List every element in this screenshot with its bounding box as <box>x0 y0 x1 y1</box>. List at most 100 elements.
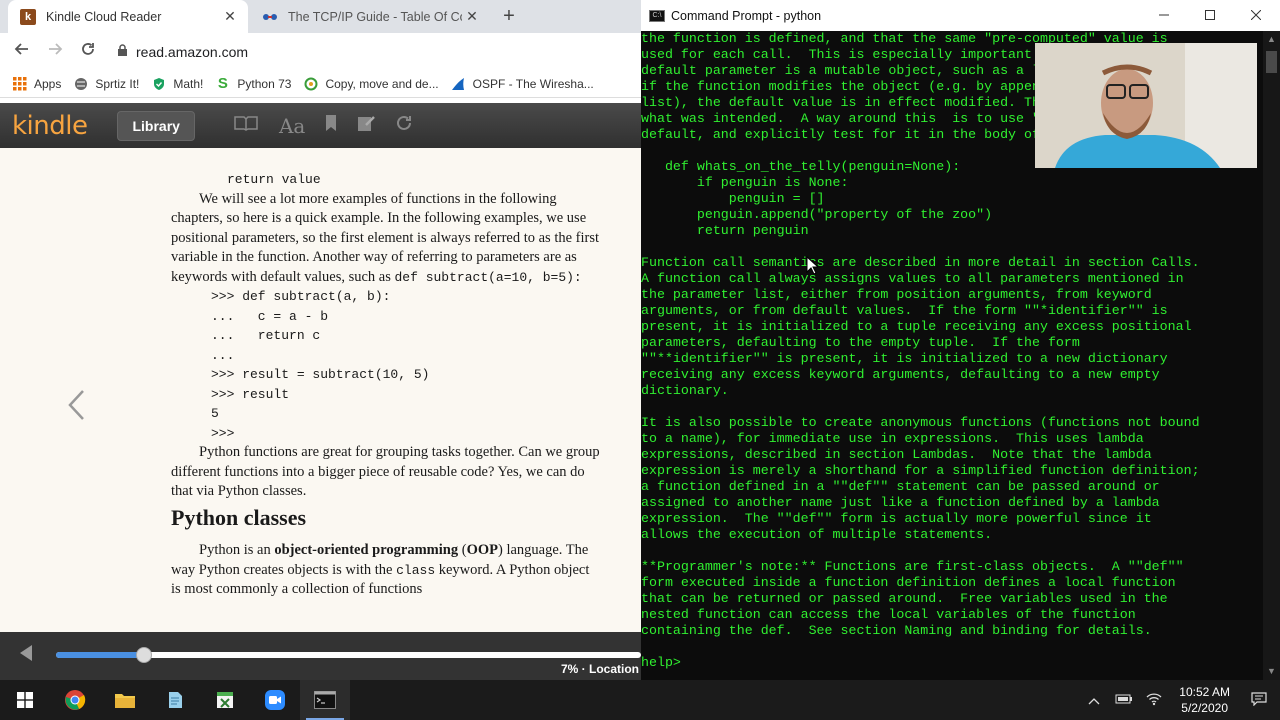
tab-kindle[interactable]: k Kindle Cloud Reader ✕ <box>8 0 248 33</box>
code-line: ... c = a - b <box>211 308 329 324</box>
zoom-icon[interactable] <box>250 680 300 720</box>
inline-code: class <box>396 562 436 578</box>
book-paragraph: Python is an object-oriented programming… <box>171 541 601 600</box>
code-line: >>> result <box>211 386 290 402</box>
scroll-up-icon[interactable]: ▲ <box>1263 31 1280 48</box>
console-line: return penguin <box>641 223 809 238</box>
file-explorer-icon[interactable] <box>100 680 150 720</box>
command-prompt-taskbar-icon[interactable] <box>300 680 350 720</box>
bookmark-label: OSPF - The Wiresha... <box>472 76 594 91</box>
library-button[interactable]: Library <box>117 110 195 141</box>
kindle-k-icon: k <box>20 8 36 25</box>
bookmark-label: Python 73 <box>237 76 292 91</box>
bold-term: OOP <box>466 542 498 558</box>
apps-grid-icon <box>12 76 27 91</box>
code-line: >>> def subtract(a, b): <box>211 289 391 304</box>
progress-handle[interactable] <box>135 647 152 663</box>
maximize-icon[interactable] <box>1187 0 1233 31</box>
forward-icon[interactable] <box>44 41 66 63</box>
chevron-up-icon[interactable] <box>1079 693 1109 708</box>
console-line: Function call semantics are described in… <box>641 255 1200 270</box>
scroll-thumb[interactable] <box>1266 51 1277 73</box>
bookmark-label: Sprtiz It! <box>95 76 140 91</box>
tab-tcpip-guide[interactable]: The TCP/IP Guide - Table Of Contents ✕ <box>250 0 490 33</box>
console-line: expressions, described in section Lambda… <box>641 447 1152 462</box>
paragraph-text: Python is an <box>199 542 271 558</box>
bookmark-label: Copy, move and de... <box>325 76 439 91</box>
shield-check-icon <box>151 76 166 91</box>
previous-page-icon[interactable] <box>66 388 86 431</box>
back-triangle-icon[interactable] <box>18 644 34 667</box>
window-title: Command Prompt - python <box>671 8 822 23</box>
kindle-reading-pane: return value We will see a lot more exam… <box>0 148 641 632</box>
font-size-icon[interactable]: Aa <box>279 114 305 138</box>
bookmark-python73[interactable]: S Python 73 <box>215 75 292 92</box>
address-bar[interactable]: read.amazon.com <box>136 44 248 60</box>
console-line: expression. The ""def"" form is actually… <box>641 511 1152 526</box>
reload-icon[interactable] <box>77 41 99 63</box>
minimize-icon[interactable] <box>1141 0 1187 31</box>
console-line: nested function can access the local var… <box>641 607 1136 622</box>
battery-icon[interactable] <box>1109 693 1139 708</box>
console-line: that can be returned or passed around. F… <box>641 591 1168 606</box>
bookmark-sprtiz[interactable]: Sprtiz It! <box>73 76 139 91</box>
code-line: ... return c <box>211 328 321 343</box>
wireshark-fin-icon <box>451 76 466 91</box>
code-block: >>> def subtract(a, b): ... c = a - b ..… <box>211 287 601 443</box>
bookmark-apps[interactable]: Apps <box>12 76 61 91</box>
chrome-taskbar-icon[interactable] <box>50 680 100 720</box>
vertical-scrollbar[interactable]: ▲ ▼ <box>1263 31 1280 680</box>
spreadsheet-icon[interactable] <box>200 680 250 720</box>
code-line: ... <box>211 347 235 363</box>
system-tray: 10:52 AM 5/2/2020 <box>1079 680 1280 720</box>
code-line: >>> <box>211 425 235 441</box>
browser-toolbar: read.amazon.com <box>0 33 641 70</box>
book-view-icon[interactable] <box>233 115 259 136</box>
notifications-icon[interactable] <box>1244 691 1274 709</box>
cmd-app-icon: C:\ <box>649 9 665 22</box>
close-tab-icon[interactable]: ✕ <box>462 8 482 25</box>
scroll-down-icon[interactable]: ▼ <box>1263 663 1280 680</box>
bookmark-label: Apps <box>34 76 62 91</box>
close-tab-icon[interactable]: ✕ <box>220 8 240 25</box>
clock[interactable]: 10:52 AM 5/2/2020 <box>1179 684 1230 716</box>
console-line: A function call always assigns values to… <box>641 271 1184 286</box>
notepad-icon[interactable] <box>150 680 200 720</box>
bold-term: object-oriented programming <box>274 542 459 558</box>
inline-code: def subtract(a=10, b=5): <box>394 269 582 285</box>
close-icon[interactable] <box>1233 0 1279 31</box>
mouse-pointer-icon <box>806 255 820 280</box>
console-line: receiving any excess keyword arguments, … <box>641 367 1160 382</box>
kindle-logo: kindle <box>12 110 88 141</box>
console-line: arguments, or from default values. If th… <box>641 303 1168 318</box>
desktop: k Kindle Cloud Reader ✕ The TCP/IP Guide… <box>0 0 1280 720</box>
progress-slider[interactable] <box>56 647 641 663</box>
back-icon[interactable] <box>11 41 33 63</box>
notes-icon[interactable] <box>357 114 376 137</box>
console-line: a function defined in a ""def"" statemen… <box>641 479 1160 494</box>
start-button[interactable] <box>0 680 50 720</box>
sync-icon[interactable] <box>395 114 413 137</box>
code-line: return value <box>227 172 321 187</box>
swirl-icon <box>303 76 318 91</box>
console-line: penguin = [] <box>641 191 825 206</box>
bookmark-copy-move[interactable]: Copy, move and de... <box>303 76 439 91</box>
new-tab-button[interactable]: + <box>498 5 520 27</box>
bookmark-math[interactable]: Math! <box>151 76 203 91</box>
kindle-footer: 7% · Location <box>0 632 641 680</box>
lock-icon[interactable] <box>117 43 128 60</box>
book-content: return value We will see a lot more exam… <box>171 170 601 600</box>
s-logo-icon: S <box>217 75 228 92</box>
bookmark-icon[interactable] <box>325 114 337 137</box>
console-line: assigned to another name just like a fun… <box>641 495 1160 510</box>
section-heading: Python classes <box>171 504 307 530</box>
progress-fill <box>56 652 144 658</box>
windows-taskbar: 10:52 AM 5/2/2020 <box>0 680 1280 720</box>
bookmark-ospf[interactable]: OSPF - The Wiresha... <box>451 76 594 91</box>
wifi-icon[interactable] <box>1139 692 1169 709</box>
clock-time: 10:52 AM <box>1179 685 1230 699</box>
